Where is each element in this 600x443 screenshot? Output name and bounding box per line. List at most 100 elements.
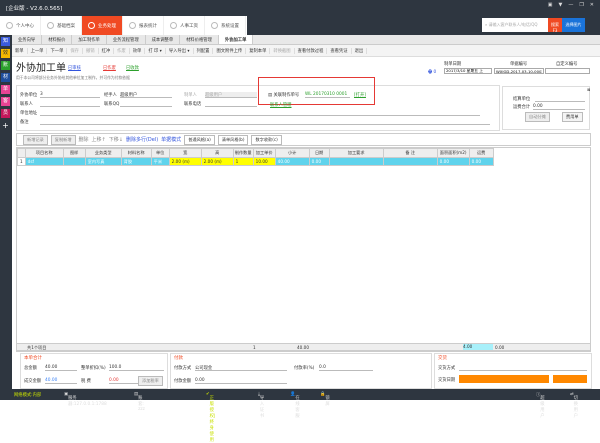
related-order-field[interactable]: WL 20170310 0001 bbox=[305, 92, 350, 98]
toolbar-button-7[interactable]: 效单 bbox=[130, 47, 146, 54]
tab-material-quote[interactable]: 材料报价 bbox=[42, 35, 73, 44]
sidebar-item-efficiency[interactable]: 效 bbox=[1, 49, 10, 58]
toolbar-button-5[interactable]: 红冲 bbox=[99, 47, 115, 54]
table-cell[interactable] bbox=[328, 157, 384, 166]
tab-production-order[interactable]: 加工制作单 bbox=[72, 35, 107, 44]
delivery-date-field[interactable] bbox=[459, 375, 549, 383]
table-cell[interactable]: 40.00 bbox=[274, 157, 310, 166]
sidebar-item-order[interactable]: 单 bbox=[1, 85, 10, 94]
add-tax-button[interactable]: 添加税率 bbox=[138, 376, 163, 386]
table-cell[interactable]: dsf bbox=[24, 157, 64, 166]
tab-guide[interactable]: 业务向导 bbox=[12, 35, 43, 44]
status-approved-link[interactable]: 已审核 bbox=[68, 65, 81, 71]
collapse-icon[interactable]: ⊠ bbox=[587, 87, 590, 92]
close-icon[interactable]: ✕ bbox=[590, 2, 594, 8]
column-header[interactable]: 日期 bbox=[308, 148, 330, 158]
online-service-button[interactable]: 👤 在线客服 bbox=[290, 392, 300, 419]
table-cell[interactable]: 平米 bbox=[150, 157, 170, 166]
table-cell[interactable]: 1 bbox=[232, 157, 254, 166]
nav-business[interactable]: 业务处理 bbox=[82, 16, 123, 35]
toolbar-button-4[interactable]: 撤销 bbox=[83, 47, 99, 54]
auto-allocate-button[interactable]: 自动分摊 bbox=[525, 112, 550, 122]
column-header[interactable]: 备 注 bbox=[382, 148, 438, 158]
maximize-icon[interactable]: ❐ bbox=[579, 2, 583, 8]
nav-reports[interactable]: 报表统计 bbox=[123, 16, 164, 35]
delivery-time-field[interactable] bbox=[553, 375, 587, 383]
tab-material-price[interactable]: 材料价格管理 bbox=[180, 35, 219, 44]
bill-mode-button[interactable]: 单据模式 bbox=[161, 136, 181, 143]
tab-workflow[interactable]: 业务流程管理 bbox=[107, 35, 146, 44]
pay-rate-field[interactable]: 0.0 bbox=[319, 365, 373, 371]
settle-field[interactable] bbox=[535, 96, 585, 102]
style-normal-button[interactable]: 普通风格(a) bbox=[184, 134, 215, 145]
select-picture-button[interactable]: 选择图片 bbox=[562, 18, 585, 32]
table-cell[interactable]: 0.00 bbox=[468, 157, 494, 166]
date-field[interactable] bbox=[444, 68, 492, 74]
column-header[interactable]: 宽 bbox=[168, 148, 202, 158]
toolbar-button-9[interactable]: 导入导出 ▾ bbox=[166, 47, 194, 54]
open-related-link[interactable]: [打开] bbox=[354, 92, 366, 98]
sidebar-item-material[interactable]: 材 bbox=[1, 73, 10, 82]
column-header[interactable]: 加工要求 bbox=[328, 148, 384, 158]
copy-add-button[interactable]: 复制新增 bbox=[50, 134, 76, 145]
contact-field[interactable] bbox=[40, 101, 100, 107]
toolbar-button-15[interactable]: 查看凭证 bbox=[327, 47, 352, 54]
search-input[interactable]: ⌕ 请输入客户联系人/电话/QQ bbox=[482, 18, 548, 32]
table-cell[interactable]: 0.00 bbox=[436, 157, 470, 166]
column-header[interactable]: 单位 bbox=[150, 148, 170, 158]
toolbar-button-6[interactable]: 作废 bbox=[114, 47, 130, 54]
style-digital-button[interactable]: 数字收款(c) bbox=[251, 134, 282, 145]
column-header[interactable]: 高 bbox=[200, 148, 234, 158]
table-cell[interactable]: 0.00 bbox=[308, 157, 330, 166]
skin-icon[interactable]: ▣ bbox=[548, 2, 553, 8]
address-field[interactable] bbox=[40, 110, 480, 116]
multi-delete-button[interactable]: 删除多行(Del) bbox=[126, 136, 158, 143]
phone-field[interactable] bbox=[205, 101, 257, 107]
table-cell[interactable]: 2.00 (m) bbox=[168, 157, 202, 166]
toolbar-button-14[interactable]: 查看付款过程 bbox=[295, 47, 328, 54]
deal-field[interactable]: 40.00 bbox=[45, 378, 77, 384]
toolbar-button-0[interactable]: 新单 bbox=[12, 47, 28, 54]
nav-archive[interactable]: 基础档案 bbox=[41, 16, 82, 35]
column-header[interactable]: 加工单价 bbox=[252, 148, 276, 158]
sidebar-item-staff[interactable]: 员 bbox=[1, 109, 10, 118]
table-cell[interactable]: 10.00 bbox=[252, 157, 276, 166]
table-cell[interactable]: 室内写真 bbox=[84, 157, 122, 166]
tab-outsource-order[interactable]: 外协加工单 bbox=[218, 35, 254, 44]
column-header[interactable] bbox=[17, 148, 26, 158]
sidebar-item-knowledge[interactable]: 知 bbox=[1, 37, 10, 46]
qq-field[interactable] bbox=[120, 101, 172, 107]
sidebar-item-account[interactable]: 账 bbox=[1, 61, 10, 70]
move-up-button[interactable]: 上移↑ bbox=[92, 136, 106, 143]
table-row[interactable]: 1 dsf 室内写真 背胶 平米 2.00 (m) 2.00 (m) 1 10.00 40.00 0… bbox=[17, 157, 494, 166]
status-paid-link[interactable]: 已收款 bbox=[126, 65, 139, 71]
column-header[interactable]: 项目名称 bbox=[24, 148, 64, 158]
contact-manage-link[interactable]: 联系人管理 bbox=[270, 102, 291, 108]
sidebar-add-button[interactable]: + bbox=[1, 121, 10, 130]
lock-screen-button[interactable]: 🔒 锁屏 bbox=[320, 392, 330, 407]
delete-button[interactable]: 删除 bbox=[79, 136, 89, 143]
tax-field[interactable]: 0.00 bbox=[109, 378, 139, 384]
fee-bill-button[interactable]: 费用单 bbox=[562, 112, 583, 122]
column-header[interactable]: 图样 bbox=[62, 148, 86, 158]
toolbar-button-2[interactable]: 下一单 bbox=[47, 47, 68, 54]
toolbar-button-16[interactable]: 退出 bbox=[352, 47, 368, 54]
menu-icon[interactable]: ▼ bbox=[558, 2, 562, 8]
search-button[interactable]: 搜索 F3 bbox=[548, 18, 562, 33]
add-record-button[interactable]: 新增记录 bbox=[23, 134, 48, 145]
table-cell[interactable]: 2.00 (m) bbox=[200, 157, 234, 166]
toolbar-button-1[interactable]: 上一单 bbox=[28, 47, 48, 54]
table-cell[interactable] bbox=[62, 157, 86, 166]
toolbar-button-13[interactable]: 转换截图 bbox=[270, 47, 295, 54]
toolbar-button-8[interactable]: 打 印 ▾ bbox=[145, 47, 166, 54]
pay-method-field[interactable]: 公司现金 bbox=[195, 365, 287, 371]
minimize-icon[interactable]: — bbox=[568, 2, 573, 8]
billno-field[interactable] bbox=[494, 68, 544, 74]
unit-field[interactable]: 3 bbox=[40, 92, 100, 98]
table-cell[interactable]: 1 bbox=[17, 157, 26, 166]
style-list-button[interactable]: 清单风格(b) bbox=[217, 134, 249, 145]
toolbar-button-10[interactable]: 列配置 bbox=[194, 47, 214, 54]
column-header[interactable]: 小计 bbox=[274, 148, 310, 158]
toolbar-button-11[interactable]: 图文附件上传 bbox=[213, 47, 247, 54]
move-down-button[interactable]: 下移↓ bbox=[109, 136, 123, 143]
